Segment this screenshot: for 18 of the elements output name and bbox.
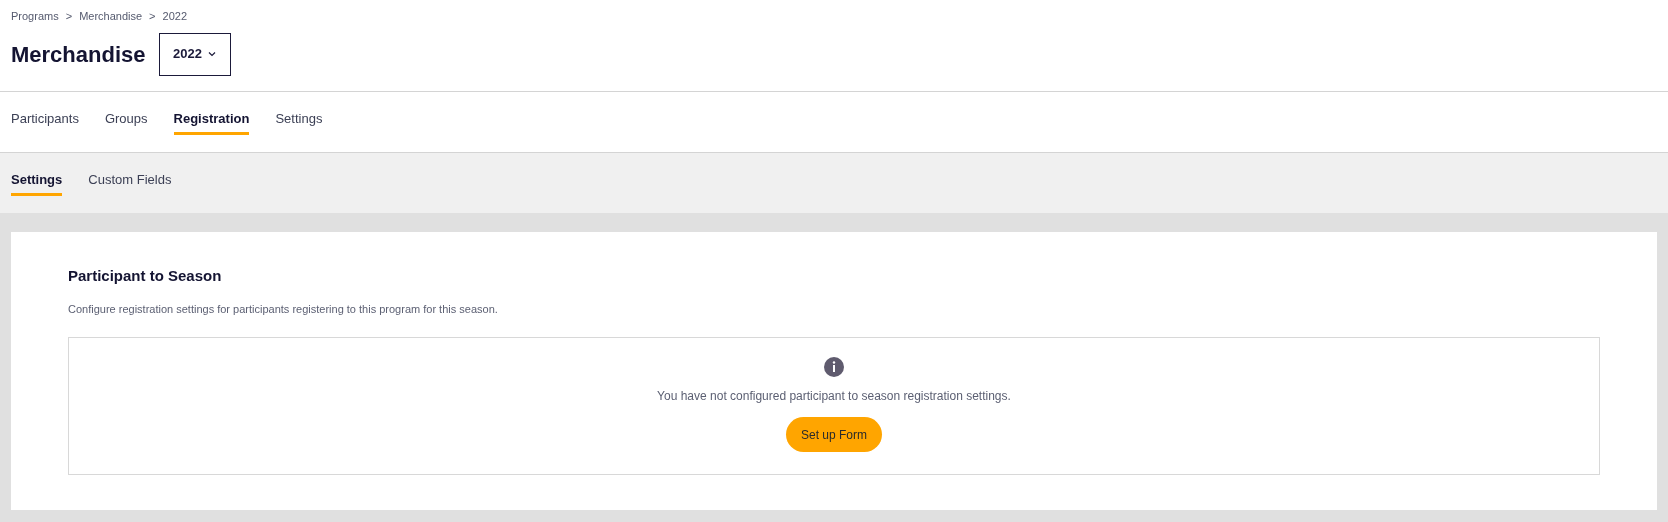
- page-title: Merchandise: [11, 40, 146, 69]
- nav-tab[interactable]: Registration: [173, 109, 250, 135]
- empty-state-message: You have not configured participant to season registration settings.: [657, 388, 1011, 405]
- info-icon: [824, 357, 844, 377]
- sub-tab[interactable]: Settings: [11, 170, 63, 196]
- section-title: Participant to Season: [68, 266, 223, 286]
- sub-tab[interactable]: Custom Fields: [88, 170, 172, 196]
- setup-form-button[interactable]: Set up Form: [786, 417, 882, 452]
- breadcrumb-link[interactable]: Merchandise: [79, 8, 143, 25]
- chevron-down-icon: [207, 51, 216, 57]
- breadcrumb-separator: >: [149, 9, 156, 24]
- nav-tab[interactable]: Participants: [11, 109, 79, 135]
- season-select[interactable]: 2022: [158, 32, 231, 76]
- nav-tab[interactable]: Groups: [104, 109, 148, 135]
- section-description: Configure registration settings for participants registering to this program for this season.: [68, 301, 499, 317]
- breadcrumb-link[interactable]: Programs: [11, 8, 59, 25]
- nav-tab[interactable]: Settings: [275, 109, 323, 135]
- breadcrumb-separator: >: [65, 9, 73, 24]
